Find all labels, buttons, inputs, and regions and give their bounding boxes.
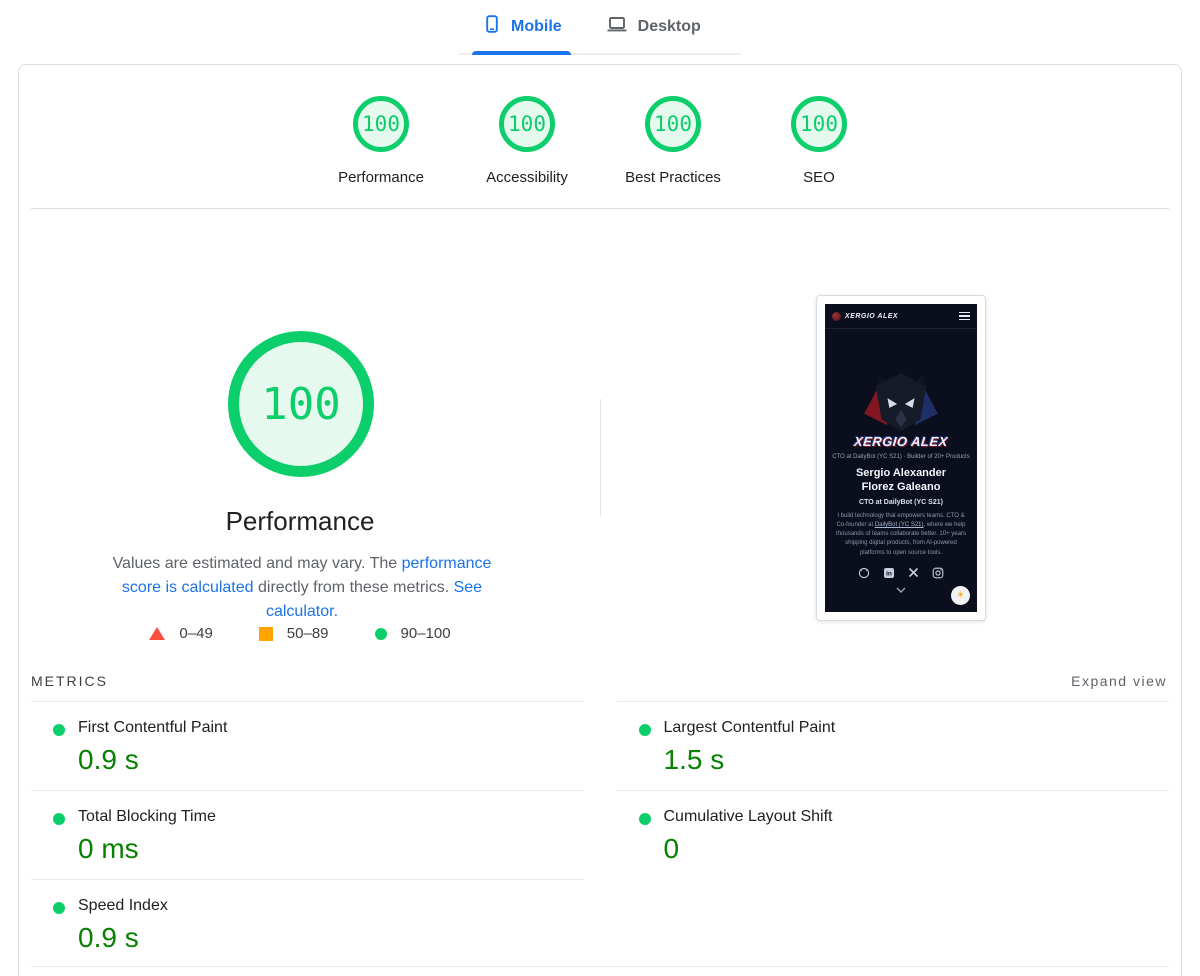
screenshot-hero: XERGIO ALEX CTO at DailyBot (YC S21) · B… xyxy=(825,329,977,593)
best-practices-score-circle: 100 xyxy=(645,96,701,152)
performance-gauge-score: 100 xyxy=(261,379,340,430)
section-divider xyxy=(31,208,1169,209)
hero-name: Sergio Alexander Florez Galeano xyxy=(841,467,961,495)
metric-value: 0.9 s xyxy=(78,922,584,954)
metric-speed-index: Speed Index 0.9 s xyxy=(31,879,584,968)
tab-desktop[interactable]: Desktop xyxy=(606,15,701,38)
dailybot-link: DailyBot (YC S21) xyxy=(875,522,924,528)
device-tabstrip: Mobile Desktop xyxy=(459,0,741,55)
metric-label: Total Blocking Time xyxy=(78,808,584,826)
report-card: 100 Performance 100 Accessibility 100 Be… xyxy=(18,64,1182,976)
score-item-accessibility[interactable]: 100 Accessibility xyxy=(454,96,600,186)
metric-largest-contentful-paint: Largest Contentful Paint 1.5 s xyxy=(617,701,1170,790)
legend-average-label: 50–89 xyxy=(287,625,329,642)
accessibility-score-circle: 100 xyxy=(499,96,555,152)
legend-pass-label: 90–100 xyxy=(401,625,451,642)
desktop-laptop-icon xyxy=(606,15,628,38)
hero-bio: I build technology that empowers teams. … xyxy=(832,512,970,558)
score-legend: 0–49 50–89 90–100 xyxy=(19,625,581,642)
metric-value: 1.5 s xyxy=(664,744,1170,776)
metric-cumulative-layout-shift: Cumulative Layout Shift 0 xyxy=(617,790,1170,879)
expand-view-button[interactable]: Expand view xyxy=(1071,673,1167,689)
metrics-grid: First Contentful Paint 0.9 s Largest Con… xyxy=(31,701,1169,968)
theme-toggle-sun-icon: ☀ xyxy=(951,586,970,605)
screenshot-site-header: XERGIO ALEX xyxy=(825,304,977,329)
pass-circle-icon xyxy=(375,628,387,640)
accessibility-score-label: Accessibility xyxy=(486,169,568,186)
metric-total-blocking-time: Total Blocking Time 0 ms xyxy=(31,790,584,879)
metrics-bottom-divider xyxy=(31,966,1169,967)
vertical-divider xyxy=(600,399,601,516)
performance-gauge-title: Performance xyxy=(19,506,581,537)
disclaimer-text: Values are estimated and may vary. The xyxy=(113,555,402,572)
disclaimer-text: directly from these metrics. xyxy=(254,579,454,596)
site-header-title: XERGIO ALEX xyxy=(845,313,898,320)
svg-text:in: in xyxy=(886,571,892,578)
page-screenshot-thumbnail[interactable]: XERGIO ALEX XERGIO ALEX C xyxy=(816,295,986,621)
tab-mobile-label: Mobile xyxy=(511,18,562,36)
x-icon xyxy=(908,567,919,578)
hero-tagline: CTO at DailyBot (YC S21) · Builder of 20… xyxy=(825,454,977,460)
metric-value: 0.9 s xyxy=(78,744,584,776)
social-icons-row: in xyxy=(825,567,977,579)
site-logo-icon xyxy=(832,312,841,321)
tab-mobile[interactable]: Mobile xyxy=(483,15,562,38)
hero-logo-text: XERGIO ALEX xyxy=(825,434,977,449)
pagespeed-report: Mobile Desktop 100 Performance 100 Acces… xyxy=(0,0,1200,976)
active-tab-indicator xyxy=(472,51,571,55)
mascot-image xyxy=(849,371,953,435)
pass-dot-icon xyxy=(53,724,65,736)
average-square-icon xyxy=(259,627,273,641)
score-item-performance[interactable]: 100 Performance xyxy=(308,96,454,186)
category-score-row: 100 Performance 100 Accessibility 100 Be… xyxy=(19,96,1181,186)
seo-score-label: SEO xyxy=(803,169,835,186)
metrics-section-title: METRICS xyxy=(31,673,108,689)
tab-desktop-label: Desktop xyxy=(638,18,701,36)
performance-score-circle: 100 xyxy=(353,96,409,152)
performance-score-label: Performance xyxy=(338,169,424,186)
linkedin-icon: in xyxy=(883,567,895,579)
score-disclaimer: Values are estimated and may vary. The p… xyxy=(100,552,504,624)
pass-dot-icon xyxy=(53,902,65,914)
fail-triangle-icon xyxy=(149,627,165,640)
hero-role: CTO at DailyBot (YC S21) xyxy=(825,499,977,506)
pass-dot-icon xyxy=(53,813,65,825)
legend-average: 50–89 xyxy=(259,625,329,642)
score-item-seo[interactable]: 100 SEO xyxy=(746,96,892,186)
legend-fail-label: 0–49 xyxy=(179,625,212,642)
metric-label: First Contentful Paint xyxy=(78,719,584,737)
metric-label: Cumulative Layout Shift xyxy=(664,808,1170,826)
pass-dot-icon xyxy=(639,724,651,736)
metric-label: Speed Index xyxy=(78,897,584,915)
metric-label: Largest Contentful Paint xyxy=(664,719,1170,737)
legend-pass: 90–100 xyxy=(375,625,451,642)
metric-first-contentful-paint: First Contentful Paint 0.9 s xyxy=(31,701,584,790)
best-practices-score-label: Best Practices xyxy=(625,169,721,186)
performance-gauge: 100 xyxy=(228,331,374,477)
metric-value: 0 ms xyxy=(78,833,584,865)
pass-dot-icon xyxy=(639,813,651,825)
instagram-icon xyxy=(932,567,944,579)
hamburger-menu-icon xyxy=(959,312,970,321)
metric-empty-cell xyxy=(617,879,1170,968)
seo-score-circle: 100 xyxy=(791,96,847,152)
score-item-best-practices[interactable]: 100 Best Practices xyxy=(600,96,746,186)
mobile-phone-icon xyxy=(483,15,501,38)
github-icon xyxy=(858,567,870,579)
legend-fail: 0–49 xyxy=(149,625,212,642)
screenshot-content: XERGIO ALEX XERGIO ALEX C xyxy=(825,304,977,612)
metric-value: 0 xyxy=(664,833,1170,865)
